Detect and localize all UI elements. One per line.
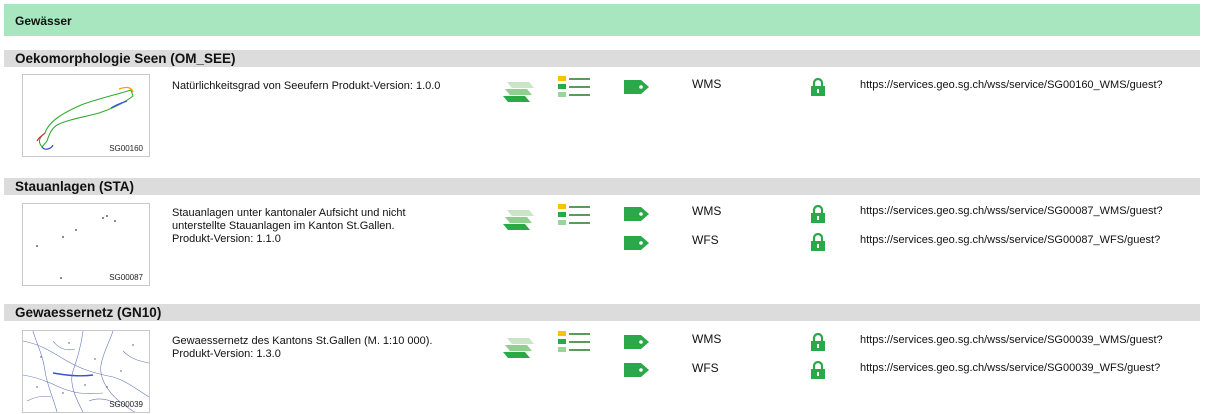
service-url[interactable]: https://services.geo.sg.ch/wss/service/S… [860, 362, 1160, 374]
thumb-code: SG00039 [109, 400, 143, 409]
map-thumbnail[interactable]: SG00160 [22, 74, 150, 157]
layers-icon[interactable] [503, 78, 535, 104]
category-title: Gewässer [15, 14, 72, 28]
service-type: WMS [692, 332, 722, 346]
section-header-om-see: Oekomorphologie Seen (OM_SEE) [4, 50, 1200, 67]
lock-icon [811, 205, 825, 223]
service-type: WFS [692, 361, 719, 375]
legend-icon[interactable] [558, 76, 592, 98]
tag-icon[interactable] [624, 80, 650, 94]
section-header-gn10: Gewaessernetz (GN10) [4, 304, 1200, 321]
product-description: Stauanlagen unter kantonaler Aufsicht un… [172, 207, 406, 245]
section-title: Oekomorphologie Seen (OM_SEE) [15, 51, 236, 66]
service-url[interactable]: https://services.geo.sg.ch/wss/service/S… [860, 205, 1163, 217]
service-url[interactable]: https://services.geo.sg.ch/wss/service/S… [860, 79, 1163, 91]
service-type: WFS [692, 233, 719, 247]
layers-icon[interactable] [503, 334, 535, 360]
category-bar: Gewässer [4, 4, 1200, 36]
product-description: Gewaessernetz des Kantons St.Gallen (M. … [172, 335, 433, 360]
service-url[interactable]: https://services.geo.sg.ch/wss/service/S… [860, 234, 1160, 246]
tag-icon[interactable] [624, 207, 650, 221]
lock-icon [811, 333, 825, 351]
map-thumbnail[interactable]: SG00087 [22, 203, 150, 286]
section-header-sta: Stauanlagen (STA) [4, 178, 1200, 195]
service-url[interactable]: https://services.geo.sg.ch/wss/service/S… [860, 334, 1163, 346]
lock-icon [811, 233, 825, 251]
thumb-code: SG00160 [109, 144, 143, 153]
tag-icon[interactable] [624, 363, 650, 377]
lock-icon [811, 361, 825, 379]
tag-icon[interactable] [624, 236, 650, 250]
section-title: Stauanlagen (STA) [15, 179, 135, 194]
product-description: Natürlichkeitsgrad von Seeufern Produkt-… [172, 80, 441, 92]
thumb-code: SG00087 [109, 273, 143, 282]
legend-icon[interactable] [558, 331, 592, 353]
map-thumbnail[interactable]: SG00039 [22, 330, 150, 413]
lock-icon [811, 78, 825, 96]
layers-icon[interactable] [503, 206, 535, 232]
service-type: WMS [692, 77, 722, 91]
section-title: Gewaessernetz (GN10) [15, 305, 162, 320]
service-type: WMS [692, 204, 722, 218]
legend-icon[interactable] [558, 204, 592, 226]
tag-icon[interactable] [624, 335, 650, 349]
